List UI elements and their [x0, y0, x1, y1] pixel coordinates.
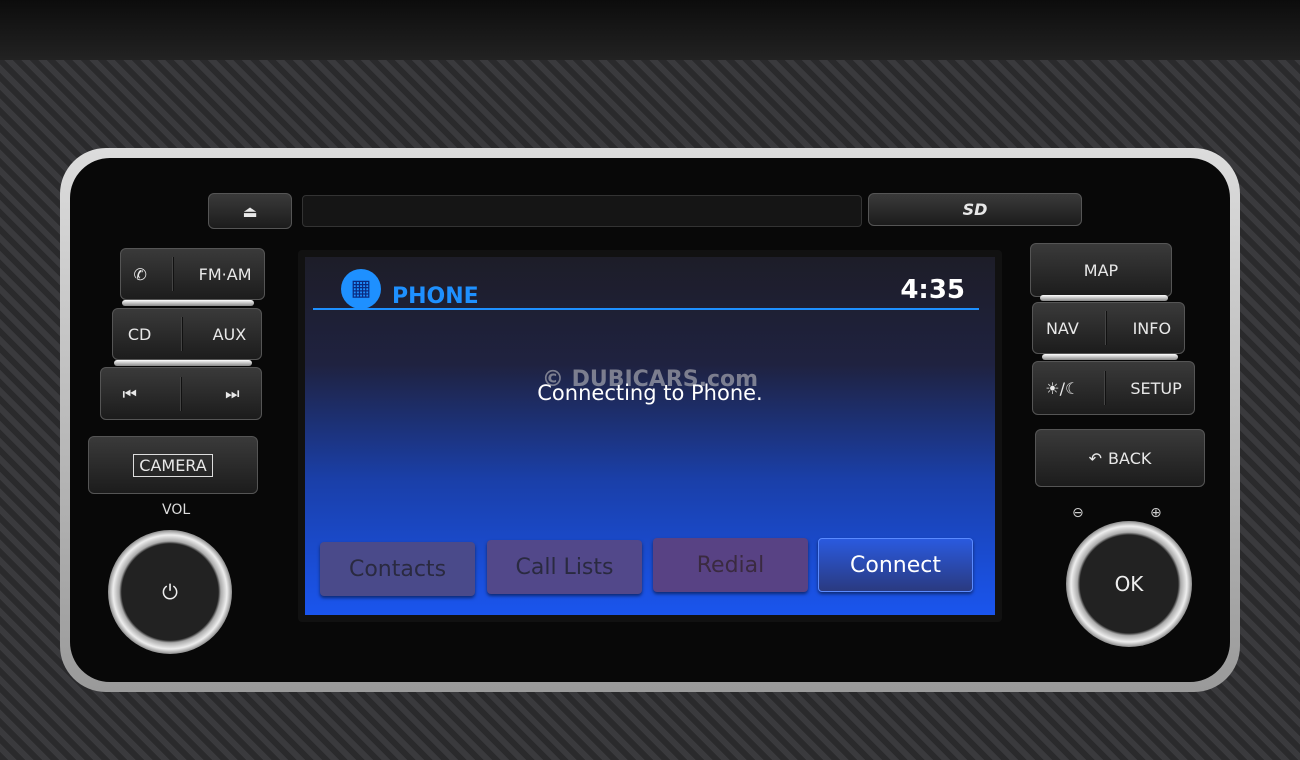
status-message: Connecting to Phone.	[537, 381, 763, 405]
sd-logo: SD	[962, 200, 988, 219]
button-label: BACK	[1108, 448, 1152, 468]
nav-info-button[interactable]: NAV INFO	[1032, 302, 1185, 354]
button-label: MAP	[1083, 260, 1119, 280]
phone-screen: ▦ PHONE 4:35 © DUBICARS.com Connecting t…	[305, 257, 995, 615]
eject-icon: ⏏	[242, 201, 258, 221]
button-label: Connect	[850, 552, 941, 578]
power-icon: ⏻	[162, 580, 178, 604]
map-button[interactable]: MAP	[1030, 243, 1172, 297]
phone-fm-am-button[interactable]: ✆ FM·AM	[120, 248, 265, 300]
back-arrow-icon: ↶	[1088, 448, 1103, 468]
cd-slot	[302, 195, 862, 227]
camera-label: CAMERA	[133, 453, 213, 477]
sd-slot[interactable]: SD	[868, 193, 1082, 226]
connect-button[interactable]: Connect	[818, 538, 973, 592]
dashboard-top	[0, 0, 1300, 60]
call-lists-button[interactable]: Call Lists	[487, 540, 642, 594]
cd-aux-button[interactable]: CD AUX	[112, 308, 262, 360]
redial-button[interactable]: Redial	[653, 538, 808, 592]
camera-button[interactable]: CAMERA	[88, 436, 258, 494]
phone-icon: ▦	[341, 269, 381, 309]
track-buttons[interactable]: ⏮ ⏭	[100, 367, 262, 420]
phone-handset-icon[interactable]: ✆	[133, 265, 146, 284]
previous-track-icon[interactable]: ⏮	[123, 384, 137, 404]
daynight-setup-button[interactable]: ☀/☾ SETUP	[1032, 361, 1195, 415]
header-divider	[313, 308, 979, 310]
fm-am-button[interactable]: FM·AM	[199, 265, 252, 284]
button-label: Call Lists	[515, 554, 614, 580]
back-button[interactable]: ↶ BACK	[1035, 429, 1205, 487]
cd-button[interactable]: CD	[128, 325, 152, 344]
contacts-button[interactable]: Contacts	[320, 542, 475, 596]
day-night-icon[interactable]: ☀/☾	[1045, 379, 1079, 398]
vol-label: VOL	[162, 502, 191, 518]
button-label: Contacts	[348, 556, 447, 582]
setup-button[interactable]: SETUP	[1130, 379, 1181, 398]
info-button[interactable]: INFO	[1133, 319, 1171, 338]
zoom-in-icon: ⊕	[1150, 505, 1162, 521]
clock: 4:35	[900, 275, 965, 305]
ok-label: OK	[1114, 572, 1144, 596]
zoom-out-icon: ⊖	[1072, 505, 1084, 521]
button-label: Redial	[696, 552, 765, 578]
nav-button[interactable]: NAV	[1046, 319, 1079, 338]
aux-button[interactable]: AUX	[213, 325, 247, 344]
screen-title: PHONE	[392, 284, 479, 309]
ok-knob[interactable]: OK	[1066, 521, 1192, 647]
eject-button[interactable]: ⏏	[208, 193, 292, 229]
volume-power-knob[interactable]: ⏻	[108, 530, 232, 654]
next-track-icon[interactable]: ⏭	[225, 384, 239, 404]
